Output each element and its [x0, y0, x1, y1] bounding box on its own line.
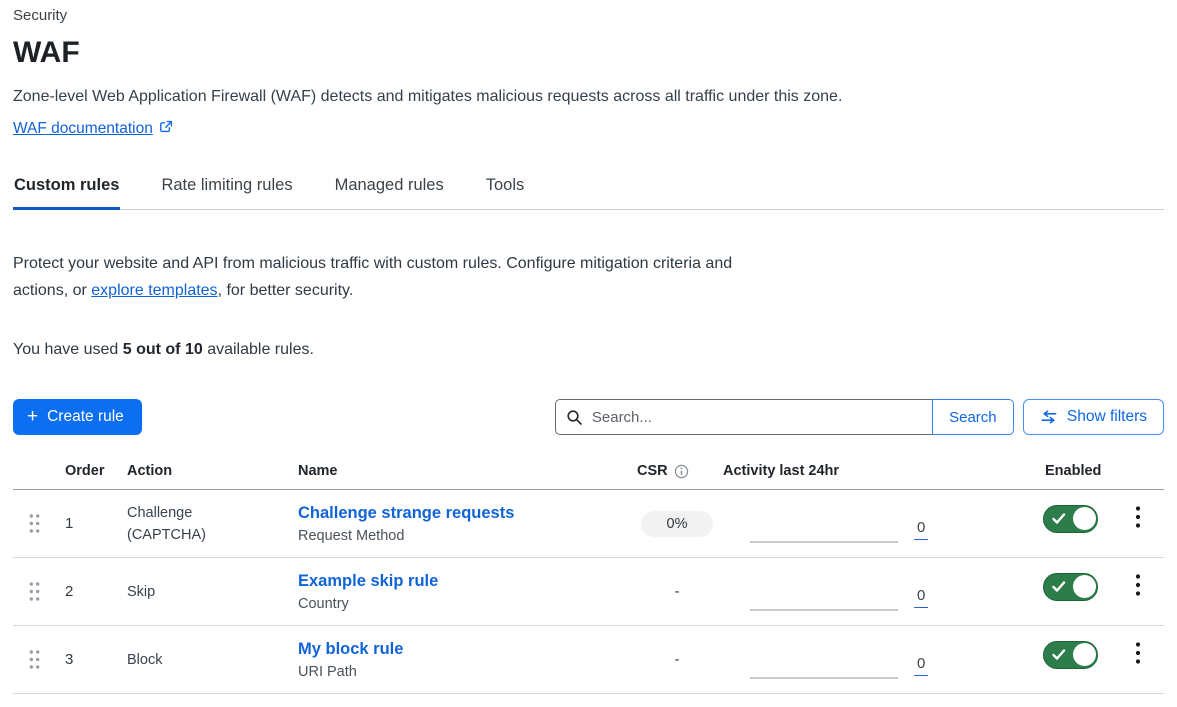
enabled-toggle[interactable] — [1043, 573, 1098, 601]
activity-cell: 0 — [713, 626, 1031, 693]
check-icon — [1052, 581, 1066, 593]
activity-count-link[interactable]: 0 — [914, 655, 928, 676]
swap-arrows-icon — [1040, 410, 1058, 424]
search-input[interactable] — [555, 399, 932, 435]
enabled-cell — [1031, 626, 1111, 693]
waf-documentation-link[interactable]: WAF documentation — [13, 120, 153, 137]
kebab-icon — [1135, 641, 1141, 665]
activity-count-link[interactable]: 0 — [914, 587, 928, 608]
search-button[interactable]: Search — [932, 399, 1014, 435]
csr-badge: - — [669, 579, 686, 605]
table-row: 2 Skip Example skip rule Country - 0 — [13, 558, 1164, 626]
header-name: Name — [290, 457, 625, 489]
csr-cell: 0% — [625, 490, 713, 557]
activity-sparkline — [750, 541, 898, 543]
toggle-knob — [1073, 575, 1096, 598]
rule-name-cell: Example skip rule Country — [290, 558, 625, 625]
breadcrumb-security: Security — [13, 6, 1164, 26]
rule-order: 1 — [55, 490, 115, 557]
enabled-cell — [1031, 558, 1111, 625]
usage-count: 5 out of 10 — [123, 341, 203, 358]
plus-icon: + — [27, 407, 38, 426]
activity-count-link[interactable]: 0 — [914, 519, 928, 540]
external-link-icon — [159, 120, 173, 134]
table-row: 3 Block My block rule URI Path - 0 — [13, 626, 1164, 694]
rule-order: 2 — [55, 558, 115, 625]
tab[interactable]: Managed rules — [334, 169, 445, 209]
enabled-cell — [1031, 490, 1111, 557]
rule-name-link[interactable]: Challenge strange requests — [298, 503, 514, 523]
table-header: Order Action Name CSR Activity last 24hr… — [13, 457, 1164, 490]
header-spacer — [1111, 457, 1164, 489]
csr-cell: - — [625, 558, 713, 625]
tab[interactable]: Tools — [485, 169, 526, 209]
tab-bar: Custom rules Rate limiting rules Managed… — [13, 169, 1164, 210]
show-filters-button[interactable]: Show filters — [1023, 399, 1164, 435]
rule-name-cell: Challenge strange requests Request Metho… — [290, 490, 625, 557]
kebab-icon — [1135, 505, 1141, 529]
intro-text: Protect your website and API from malici… — [13, 250, 788, 304]
check-icon — [1052, 649, 1066, 661]
drag-handle-icon — [28, 513, 41, 534]
rule-name-cell: My block rule URI Path — [290, 626, 625, 693]
activity-sparkline — [750, 677, 898, 679]
header-csr: CSR — [625, 457, 713, 489]
enabled-toggle[interactable] — [1043, 641, 1098, 669]
csr-badge: - — [669, 647, 686, 673]
search-icon — [566, 409, 583, 426]
csr-badge: 0% — [641, 511, 714, 537]
explore-templates-link[interactable]: explore templates — [91, 282, 217, 299]
rule-order: 3 — [55, 626, 115, 693]
page-description: Zone-level Web Application Firewall (WAF… — [13, 86, 1164, 108]
toggle-knob — [1073, 507, 1096, 530]
drag-handle[interactable] — [13, 558, 55, 625]
csr-cell: - — [625, 626, 713, 693]
rule-action: Skip — [115, 558, 290, 625]
drag-handle-icon — [28, 649, 41, 670]
table-row: 1 Challenge (CAPTCHA) Challenge strange … — [13, 490, 1164, 558]
usage-text: You have used 5 out of 10 available rule… — [13, 341, 1164, 359]
info-icon[interactable] — [674, 464, 689, 479]
header-enabled: Enabled — [1031, 457, 1111, 489]
page-title: WAF — [13, 34, 1164, 72]
drag-handle-icon — [28, 581, 41, 602]
kebab-cell — [1111, 626, 1164, 693]
search-box — [555, 399, 932, 435]
activity-cell: 0 — [713, 558, 1031, 625]
toggle-knob — [1073, 643, 1096, 666]
kebab-menu-button[interactable] — [1129, 501, 1147, 536]
drag-handle[interactable] — [13, 626, 55, 693]
kebab-cell — [1111, 558, 1164, 625]
tab[interactable]: Rate limiting rules — [160, 169, 293, 209]
table-body: 1 Challenge (CAPTCHA) Challenge strange … — [13, 490, 1164, 694]
header-activity: Activity last 24hr — [713, 457, 1031, 489]
search-group: Search — [555, 399, 1014, 435]
rule-action: Challenge (CAPTCHA) — [115, 490, 290, 557]
rule-action: Block — [115, 626, 290, 693]
rule-name-link[interactable]: My block rule — [298, 639, 403, 659]
rule-field: Request Method — [298, 528, 404, 545]
drag-handle[interactable] — [13, 490, 55, 557]
activity-sparkline — [750, 609, 898, 611]
rule-field: Country — [298, 596, 349, 613]
toolbar: + Create rule Search Show filters — [13, 399, 1164, 435]
kebab-menu-button[interactable] — [1129, 637, 1147, 672]
rule-name-link[interactable]: Example skip rule — [298, 571, 438, 591]
enabled-toggle[interactable] — [1043, 505, 1098, 533]
header-action: Action — [115, 457, 290, 489]
activity-cell: 0 — [713, 490, 1031, 557]
rule-field: URI Path — [298, 664, 357, 681]
kebab-menu-button[interactable] — [1129, 569, 1147, 604]
kebab-cell — [1111, 490, 1164, 557]
create-rule-button[interactable]: + Create rule — [13, 399, 142, 435]
header-spacer — [13, 457, 55, 489]
documentation-row: WAF documentation — [13, 120, 1164, 138]
tab[interactable]: Custom rules — [13, 169, 120, 209]
check-icon — [1052, 513, 1066, 525]
waf-page: Security WAF Zone-level Web Application … — [0, 0, 1177, 694]
kebab-icon — [1135, 573, 1141, 597]
rules-table: Order Action Name CSR Activity last 24hr… — [13, 457, 1164, 694]
header-order: Order — [55, 457, 115, 489]
